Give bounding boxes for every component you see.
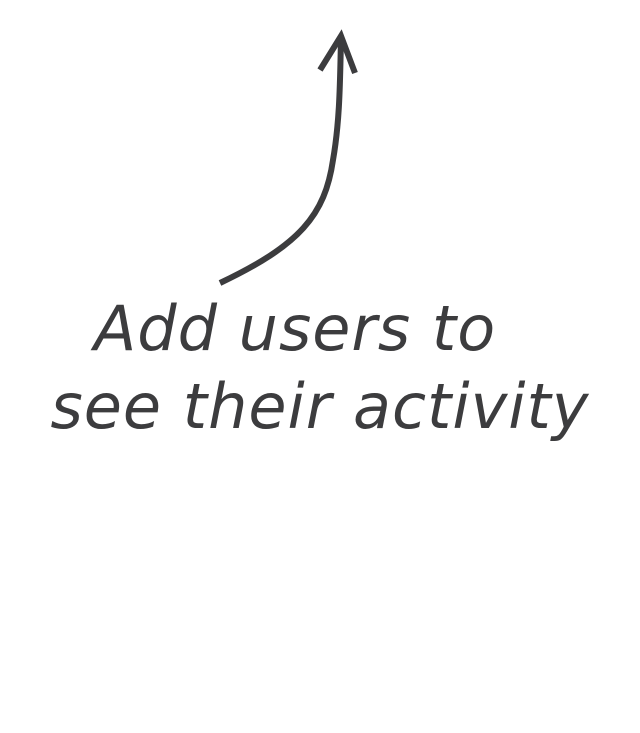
- empty-state: Add users to see their activity: [0, 0, 640, 733]
- empty-state-message-line-1: Add users to: [93, 292, 497, 365]
- curved-arrow-up-icon: [218, 29, 358, 286]
- empty-state-message-line-2: see their activity: [50, 370, 590, 443]
- empty-state-message: Add users to see their activity: [0, 290, 640, 446]
